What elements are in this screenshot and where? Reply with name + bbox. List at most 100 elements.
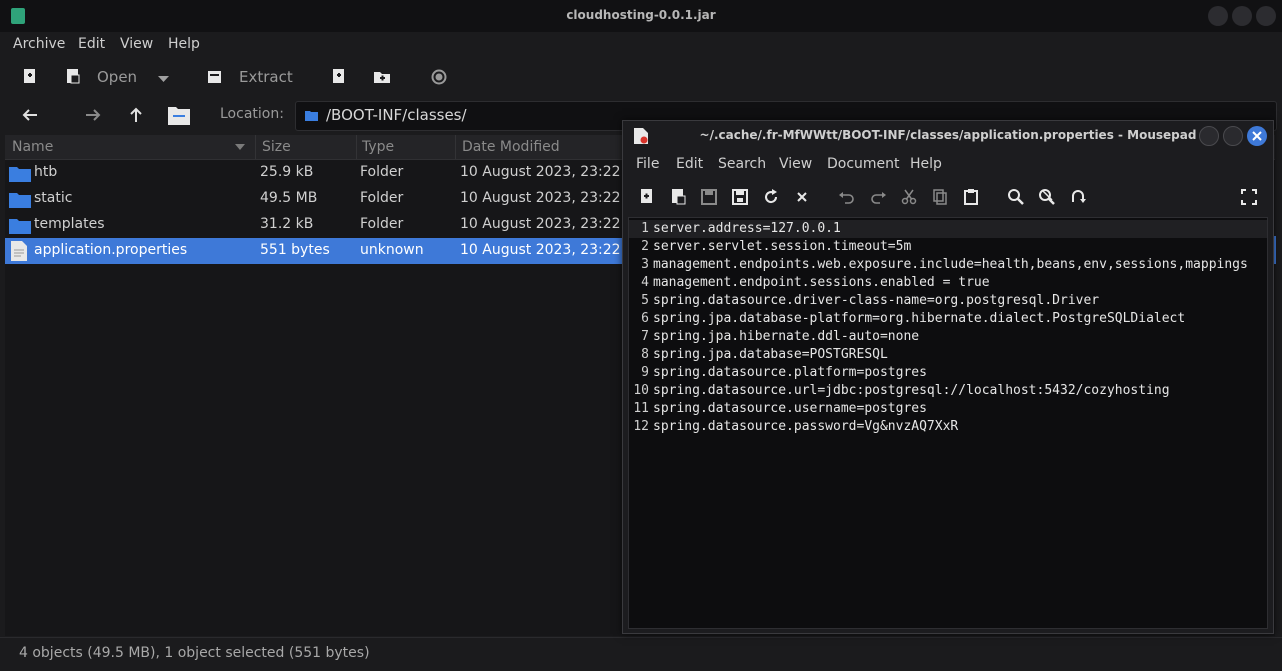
reload-icon[interactable] xyxy=(761,187,781,207)
find-replace-icon[interactable] xyxy=(1037,187,1057,207)
menu-file[interactable]: File xyxy=(636,156,659,172)
editor-line[interactable]: 11 spring.datasource.username=postgres xyxy=(629,400,1267,418)
line-text: spring.jpa.database=POSTGRESQL xyxy=(653,347,888,362)
line-number: 1 xyxy=(641,221,649,236)
menu-archive[interactable]: Archive xyxy=(13,36,65,52)
line-text: spring.datasource.platform=postgres xyxy=(653,365,927,380)
open-archive-icon[interactable] xyxy=(63,67,83,87)
maximize-button[interactable] xyxy=(1223,126,1243,146)
minimize-button[interactable] xyxy=(1199,126,1219,146)
new-archive-icon[interactable] xyxy=(20,67,40,87)
menu-view[interactable]: View xyxy=(779,156,812,172)
cut-icon[interactable] xyxy=(899,187,919,207)
line-text: spring.jpa.hibernate.ddl-auto=none xyxy=(653,329,920,344)
text-editor-area[interactable]: 1 server.address=127.0.0.1 2 server.servle… xyxy=(628,217,1268,629)
menu-edit[interactable]: Edit xyxy=(78,36,105,52)
minimize-button[interactable] xyxy=(1208,6,1228,26)
column-divider xyxy=(455,135,456,159)
new-document-icon[interactable] xyxy=(637,187,657,207)
back-arrow-icon[interactable] xyxy=(21,107,39,123)
up-arrow-icon[interactable] xyxy=(128,106,144,124)
editor-line[interactable]: 8 spring.jpa.database=POSTGRESQL xyxy=(629,346,1267,364)
editor-line[interactable]: 4 management.endpoint.sessions.enabled = … xyxy=(629,274,1267,292)
file-type: unknown xyxy=(360,242,424,258)
new-window-icon[interactable] xyxy=(668,187,688,207)
mousepad-titlebar[interactable]: ~/.cache/.fr-MfWWtt/BOOT-INF/classes/app… xyxy=(623,121,1273,151)
fullscreen-icon[interactable] xyxy=(1239,187,1259,207)
copy-icon[interactable] xyxy=(930,187,950,207)
text-file-icon xyxy=(11,241,27,261)
menu-search[interactable]: Search xyxy=(718,156,766,172)
file-date: 10 August 2023, 23:22 xyxy=(460,164,621,180)
line-text: spring.datasource.username=postgres xyxy=(653,401,927,416)
file-type: Folder xyxy=(360,164,404,180)
folder-icon xyxy=(9,166,31,182)
editor-line[interactable]: 2 server.servlet.session.timeout=5m xyxy=(629,238,1267,256)
line-text: management.endpoint.sessions.enabled = t… xyxy=(653,275,990,290)
line-text: spring.datasource.driver-class-name=org.… xyxy=(653,293,1100,308)
location-path: /BOOT-INF/classes/ xyxy=(326,106,467,124)
status-text: 4 objects (49.5 MB), 1 object selected (… xyxy=(19,645,370,661)
save-as-icon[interactable] xyxy=(730,187,750,207)
extract-button-label[interactable]: Extract xyxy=(239,68,293,86)
close-button[interactable] xyxy=(1247,126,1267,146)
column-header-type[interactable]: Type xyxy=(362,139,394,155)
archive-window-title: cloudhosting-0.0.1.jar xyxy=(566,8,716,22)
menu-edit[interactable]: Edit xyxy=(676,156,703,172)
editor-line[interactable]: 10 spring.datasource.url=jdbc:postgresql:… xyxy=(629,382,1267,400)
save-icon[interactable] xyxy=(699,187,719,207)
forward-arrow-icon[interactable] xyxy=(84,107,102,123)
line-number: 12 xyxy=(633,419,649,434)
editor-line[interactable]: 1 server.address=127.0.0.1 xyxy=(629,220,1267,238)
editor-line[interactable]: 5 spring.datasource.driver-class-name=org… xyxy=(629,292,1267,310)
archive-titlebar[interactable]: cloudhosting-0.0.1.jar xyxy=(0,0,1282,32)
open-button-label[interactable]: Open xyxy=(97,68,137,86)
menu-help[interactable]: Help xyxy=(910,156,942,172)
editor-line[interactable]: 3 management.endpoints.web.exposure.inclu… xyxy=(629,256,1267,274)
mousepad-toolbar xyxy=(623,181,1273,213)
line-text: server.address=127.0.0.1 xyxy=(653,221,841,236)
folder-icon xyxy=(9,218,31,234)
editor-line[interactable]: 7 spring.jpa.hibernate.ddl-auto=none xyxy=(629,328,1267,346)
go-to-line-icon[interactable] xyxy=(1068,187,1088,207)
file-size: 25.9 kB xyxy=(260,164,314,180)
line-number: 7 xyxy=(641,329,649,344)
file-size: 31.2 kB xyxy=(260,216,314,232)
editor-line[interactable]: 9 spring.datasource.platform=postgres xyxy=(629,364,1267,382)
column-header-date[interactable]: Date Modified xyxy=(462,139,560,155)
close-button[interactable] xyxy=(1256,6,1276,26)
file-type: Folder xyxy=(360,190,404,206)
mousepad-menubar: File Edit Search View Document Help xyxy=(623,151,1273,179)
file-size: 49.5 MB xyxy=(260,190,318,206)
line-number: 4 xyxy=(641,275,649,290)
maximize-button[interactable] xyxy=(1232,6,1252,26)
extract-icon[interactable] xyxy=(205,67,225,87)
redo-icon[interactable] xyxy=(868,187,888,207)
column-header-name[interactable]: Name xyxy=(12,139,53,155)
editor-line[interactable]: 12 spring.datasource.password=Vg&nvzAQ7Xx… xyxy=(629,418,1267,436)
menu-view[interactable]: View xyxy=(120,36,153,52)
line-number: 3 xyxy=(641,257,649,272)
line-number: 8 xyxy=(641,347,649,362)
file-date: 10 August 2023, 23:22 xyxy=(460,216,621,232)
add-files-icon[interactable] xyxy=(329,67,349,87)
home-folder-icon[interactable] xyxy=(167,104,191,126)
menu-help[interactable]: Help xyxy=(168,36,200,52)
file-date: 10 August 2023, 23:22 xyxy=(460,242,621,258)
undo-icon[interactable] xyxy=(837,187,857,207)
stop-icon[interactable] xyxy=(429,67,449,87)
line-text: spring.datasource.password=Vg&nvzAQ7XxR xyxy=(653,419,959,434)
status-bar: 4 objects (49.5 MB), 1 object selected (… xyxy=(0,637,1282,671)
menu-document[interactable]: Document xyxy=(827,156,900,172)
paste-icon[interactable] xyxy=(961,187,981,207)
column-header-size[interactable]: Size xyxy=(262,139,291,155)
line-number: 10 xyxy=(633,383,649,398)
file-date: 10 August 2023, 23:22 xyxy=(460,190,621,206)
file-name: application.properties xyxy=(34,242,188,258)
editor-line[interactable]: 6 spring.jpa.database-platform=org.hibern… xyxy=(629,310,1267,328)
search-icon[interactable] xyxy=(1006,187,1026,207)
close-document-icon[interactable] xyxy=(792,187,812,207)
chevron-down-icon[interactable] xyxy=(158,75,170,83)
sort-down-icon[interactable] xyxy=(235,144,245,150)
add-folder-icon[interactable] xyxy=(372,67,392,87)
